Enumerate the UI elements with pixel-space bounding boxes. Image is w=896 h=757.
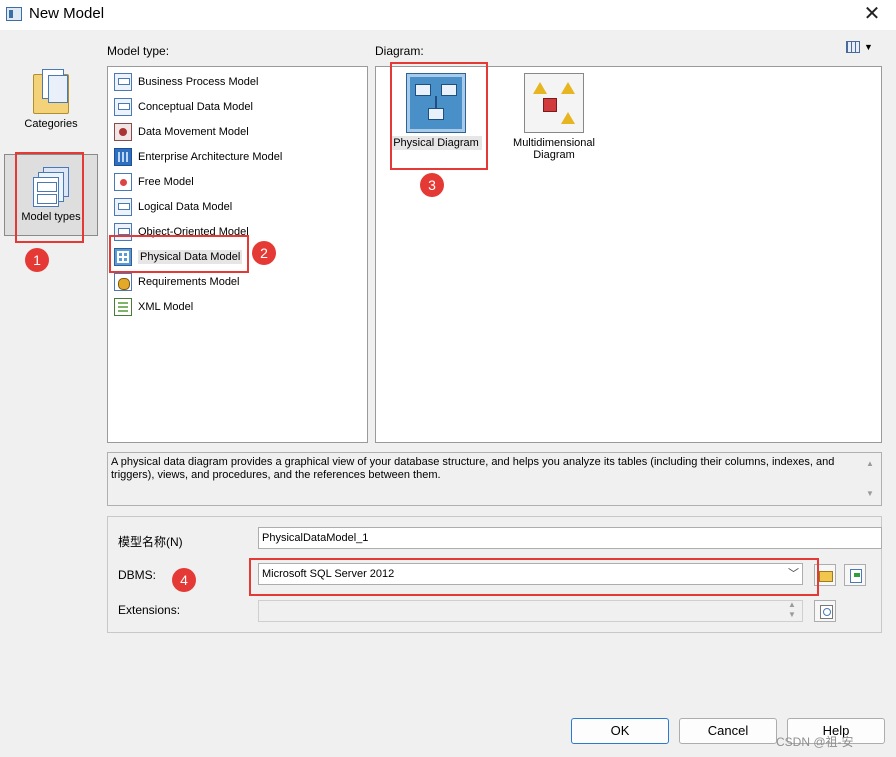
conceptual-data-model-icon [114,98,132,116]
logical-data-model-icon [114,198,132,216]
list-item-free-model[interactable]: Free Model [114,171,354,193]
data-movement-model-icon [114,123,132,141]
annotation-box-4 [249,558,819,596]
description-scrollbar[interactable]: ▲ ▼ [862,453,881,505]
annotation-box-2 [109,235,249,273]
list-item-label: Conceptual Data Model [138,101,253,113]
diagram-item-label-line1: Multidimensional [513,137,595,149]
close-button[interactable]: ✕ [852,2,892,28]
diagram-item-label-line2: Diagram [533,149,575,161]
list-item-label: Data Movement Model [138,126,249,138]
xml-model-icon [114,298,132,316]
extensions-spinner[interactable]: ▲ ▼ [782,600,802,622]
category-categories-label: Categories [24,118,78,130]
annotation-box-1 [15,152,84,243]
title-bar: New Model ✕ [0,0,896,30]
annotation-marker-3: 3 [420,173,444,197]
requirements-model-icon [114,273,132,291]
scroll-up-icon[interactable]: ▲ [866,459,874,468]
list-item-data-movement-model[interactable]: Data Movement Model [114,121,354,143]
large-icons-view-icon [846,41,860,54]
list-item-label: Enterprise Architecture Model [138,151,283,163]
list-item-requirements-model[interactable]: Requirements Model [114,271,354,293]
annotation-marker-1: 1 [25,248,49,272]
description-text: A physical data diagram provides a graph… [107,452,882,506]
dropdown-arrow-icon: ▼ [864,42,873,53]
free-model-icon [114,173,132,191]
cancel-button[interactable]: Cancel [679,718,777,744]
model-name-label: 模型名称(N) [118,535,183,549]
folder-icon [33,69,69,114]
select-extensions-button[interactable] [814,600,836,622]
annotation-marker-2: 2 [252,241,276,265]
view-toggle-button[interactable]: ▼ [846,41,880,57]
app-icon [6,7,22,21]
list-item-label: Business Process Model [138,76,259,88]
list-item-conceptual-data-model[interactable]: Conceptual Data Model [114,96,354,118]
list-item-label: XML Model [138,301,194,313]
list-item-xml-model[interactable]: XML Model [114,296,354,318]
scroll-down-icon[interactable]: ▼ [866,489,874,498]
window-title: New Model [29,5,105,22]
watermark: CSDN @祖-安 [776,735,854,749]
diagram-item-multidimensional[interactable]: Multidimensional Diagram [504,73,604,161]
enterprise-architecture-model-icon [114,148,132,166]
list-item-business-process-model[interactable]: Business Process Model [114,71,354,93]
list-item-label: Requirements Model [138,276,240,288]
ok-button[interactable]: OK [571,718,669,744]
model-name-input[interactable]: PhysicalDataModel_1 [258,527,882,549]
multidimensional-diagram-icon [524,73,584,133]
list-item-enterprise-architecture-model[interactable]: Enterprise Architecture Model [114,146,354,168]
annotation-box-3 [390,62,488,170]
business-process-model-icon [114,73,132,91]
list-item-label: Free Model [138,176,194,188]
diagram-label: Diagram: [375,44,424,58]
category-categories[interactable]: Categories [4,69,98,146]
extensions-field[interactable] [258,600,803,622]
import-dbms-button[interactable] [844,564,866,586]
annotation-marker-4: 4 [172,568,196,592]
model-type-label: Model type: [107,44,170,58]
extensions-label: Extensions: [118,603,181,617]
list-item-logical-data-model[interactable]: Logical Data Model [114,196,354,218]
dbms-label: DBMS: [118,568,157,582]
list-item-label: Logical Data Model [138,201,233,213]
